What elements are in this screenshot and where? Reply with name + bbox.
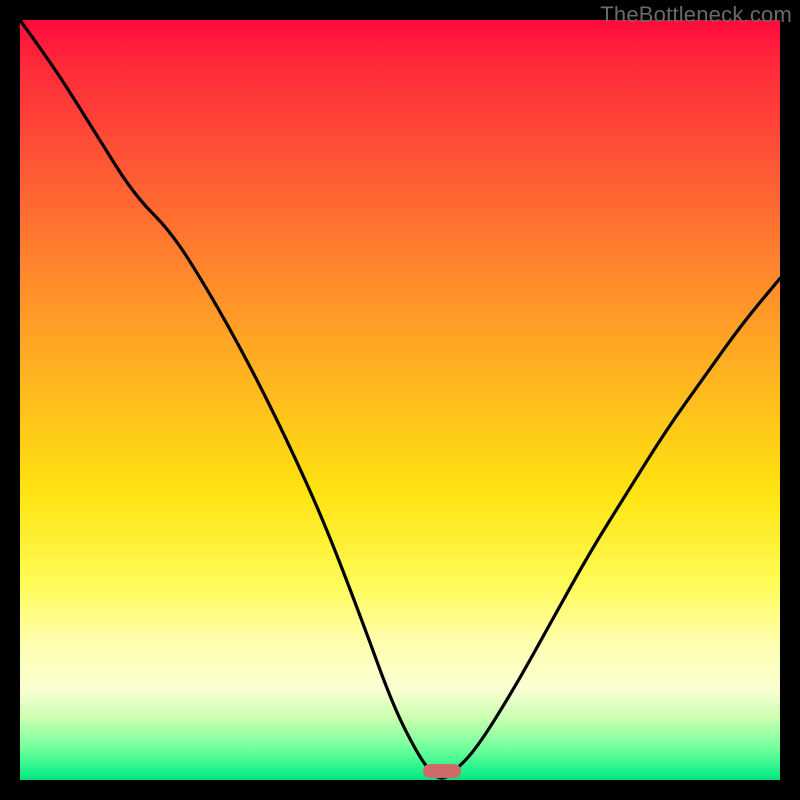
- plot-area: [20, 20, 780, 780]
- optimal-point-marker: [423, 764, 461, 778]
- chart-frame: TheBottleneck.com: [0, 0, 800, 800]
- watermark-text: TheBottleneck.com: [600, 2, 792, 28]
- bottleneck-curve: [20, 20, 780, 780]
